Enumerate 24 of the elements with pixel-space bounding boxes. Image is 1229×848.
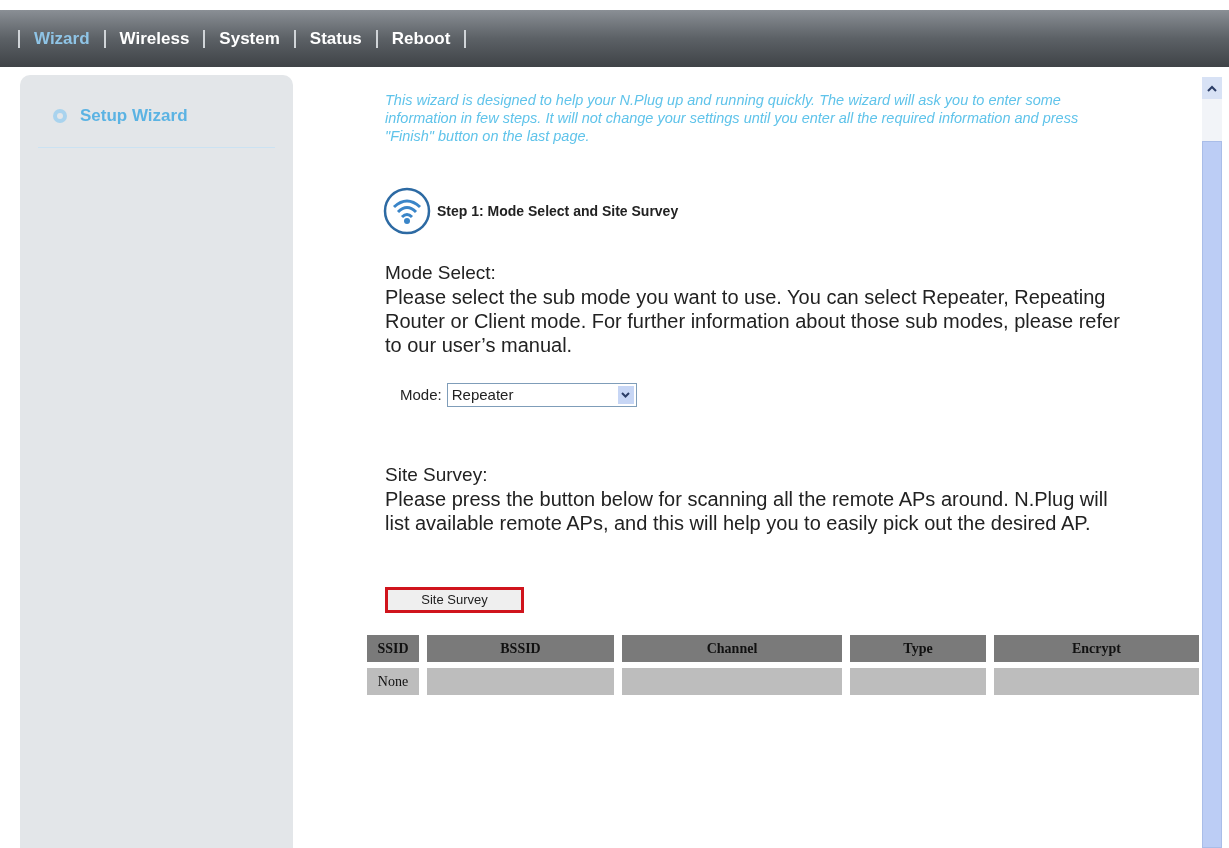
column-header: Encrypt — [994, 635, 1199, 662]
intro-text: This wizard is designed to help your N.Plug up and running quickly. The wizard will ask you to enter some information in few steps. It will not change your settings until you enter all the required information and press "Finish" button on the last page. — [385, 91, 1080, 145]
section-heading: Site Survey: — [385, 463, 489, 487]
nav-tab[interactable]: Status — [309, 25, 362, 52]
nav-tab[interactable]: Wireless — [119, 25, 190, 52]
nav-tab[interactable]: System — [219, 25, 280, 52]
mode-dropdown[interactable]: Repeater — [446, 383, 637, 407]
column-header: BSSID — [427, 635, 614, 662]
scroll-up-button[interactable] — [1202, 77, 1222, 99]
nav-tab[interactable]: Wizard — [34, 25, 90, 52]
wifi-icon — [383, 187, 431, 235]
chevron-down-icon — [621, 392, 631, 398]
nav-tab[interactable]: Reboot — [391, 25, 451, 52]
section-text: Please select the sub mode you want to use. You can select Repeater, Repeating Router or Client mode. For further information about those sub modes, please refer to our user’s manual. — [385, 285, 1121, 357]
section-heading: Mode Select: — [385, 261, 497, 285]
field-label: Mode: — [400, 384, 442, 405]
column-header: Type — [850, 635, 986, 662]
section-text: Please press the button below for scanning all the remote APs around. N.Plug will list available remote APs, and this will help you to easily pick out the desired AP. — [385, 487, 1109, 535]
table-cell: None — [367, 668, 419, 695]
chevron-up-icon — [1207, 84, 1217, 92]
step-title: Step 1: Mode Select and Site Survey — [437, 201, 679, 221]
site-survey-button[interactable]: Site Survey — [385, 587, 524, 613]
column-header: Channel — [622, 635, 842, 662]
column-header: SSID — [367, 635, 419, 662]
